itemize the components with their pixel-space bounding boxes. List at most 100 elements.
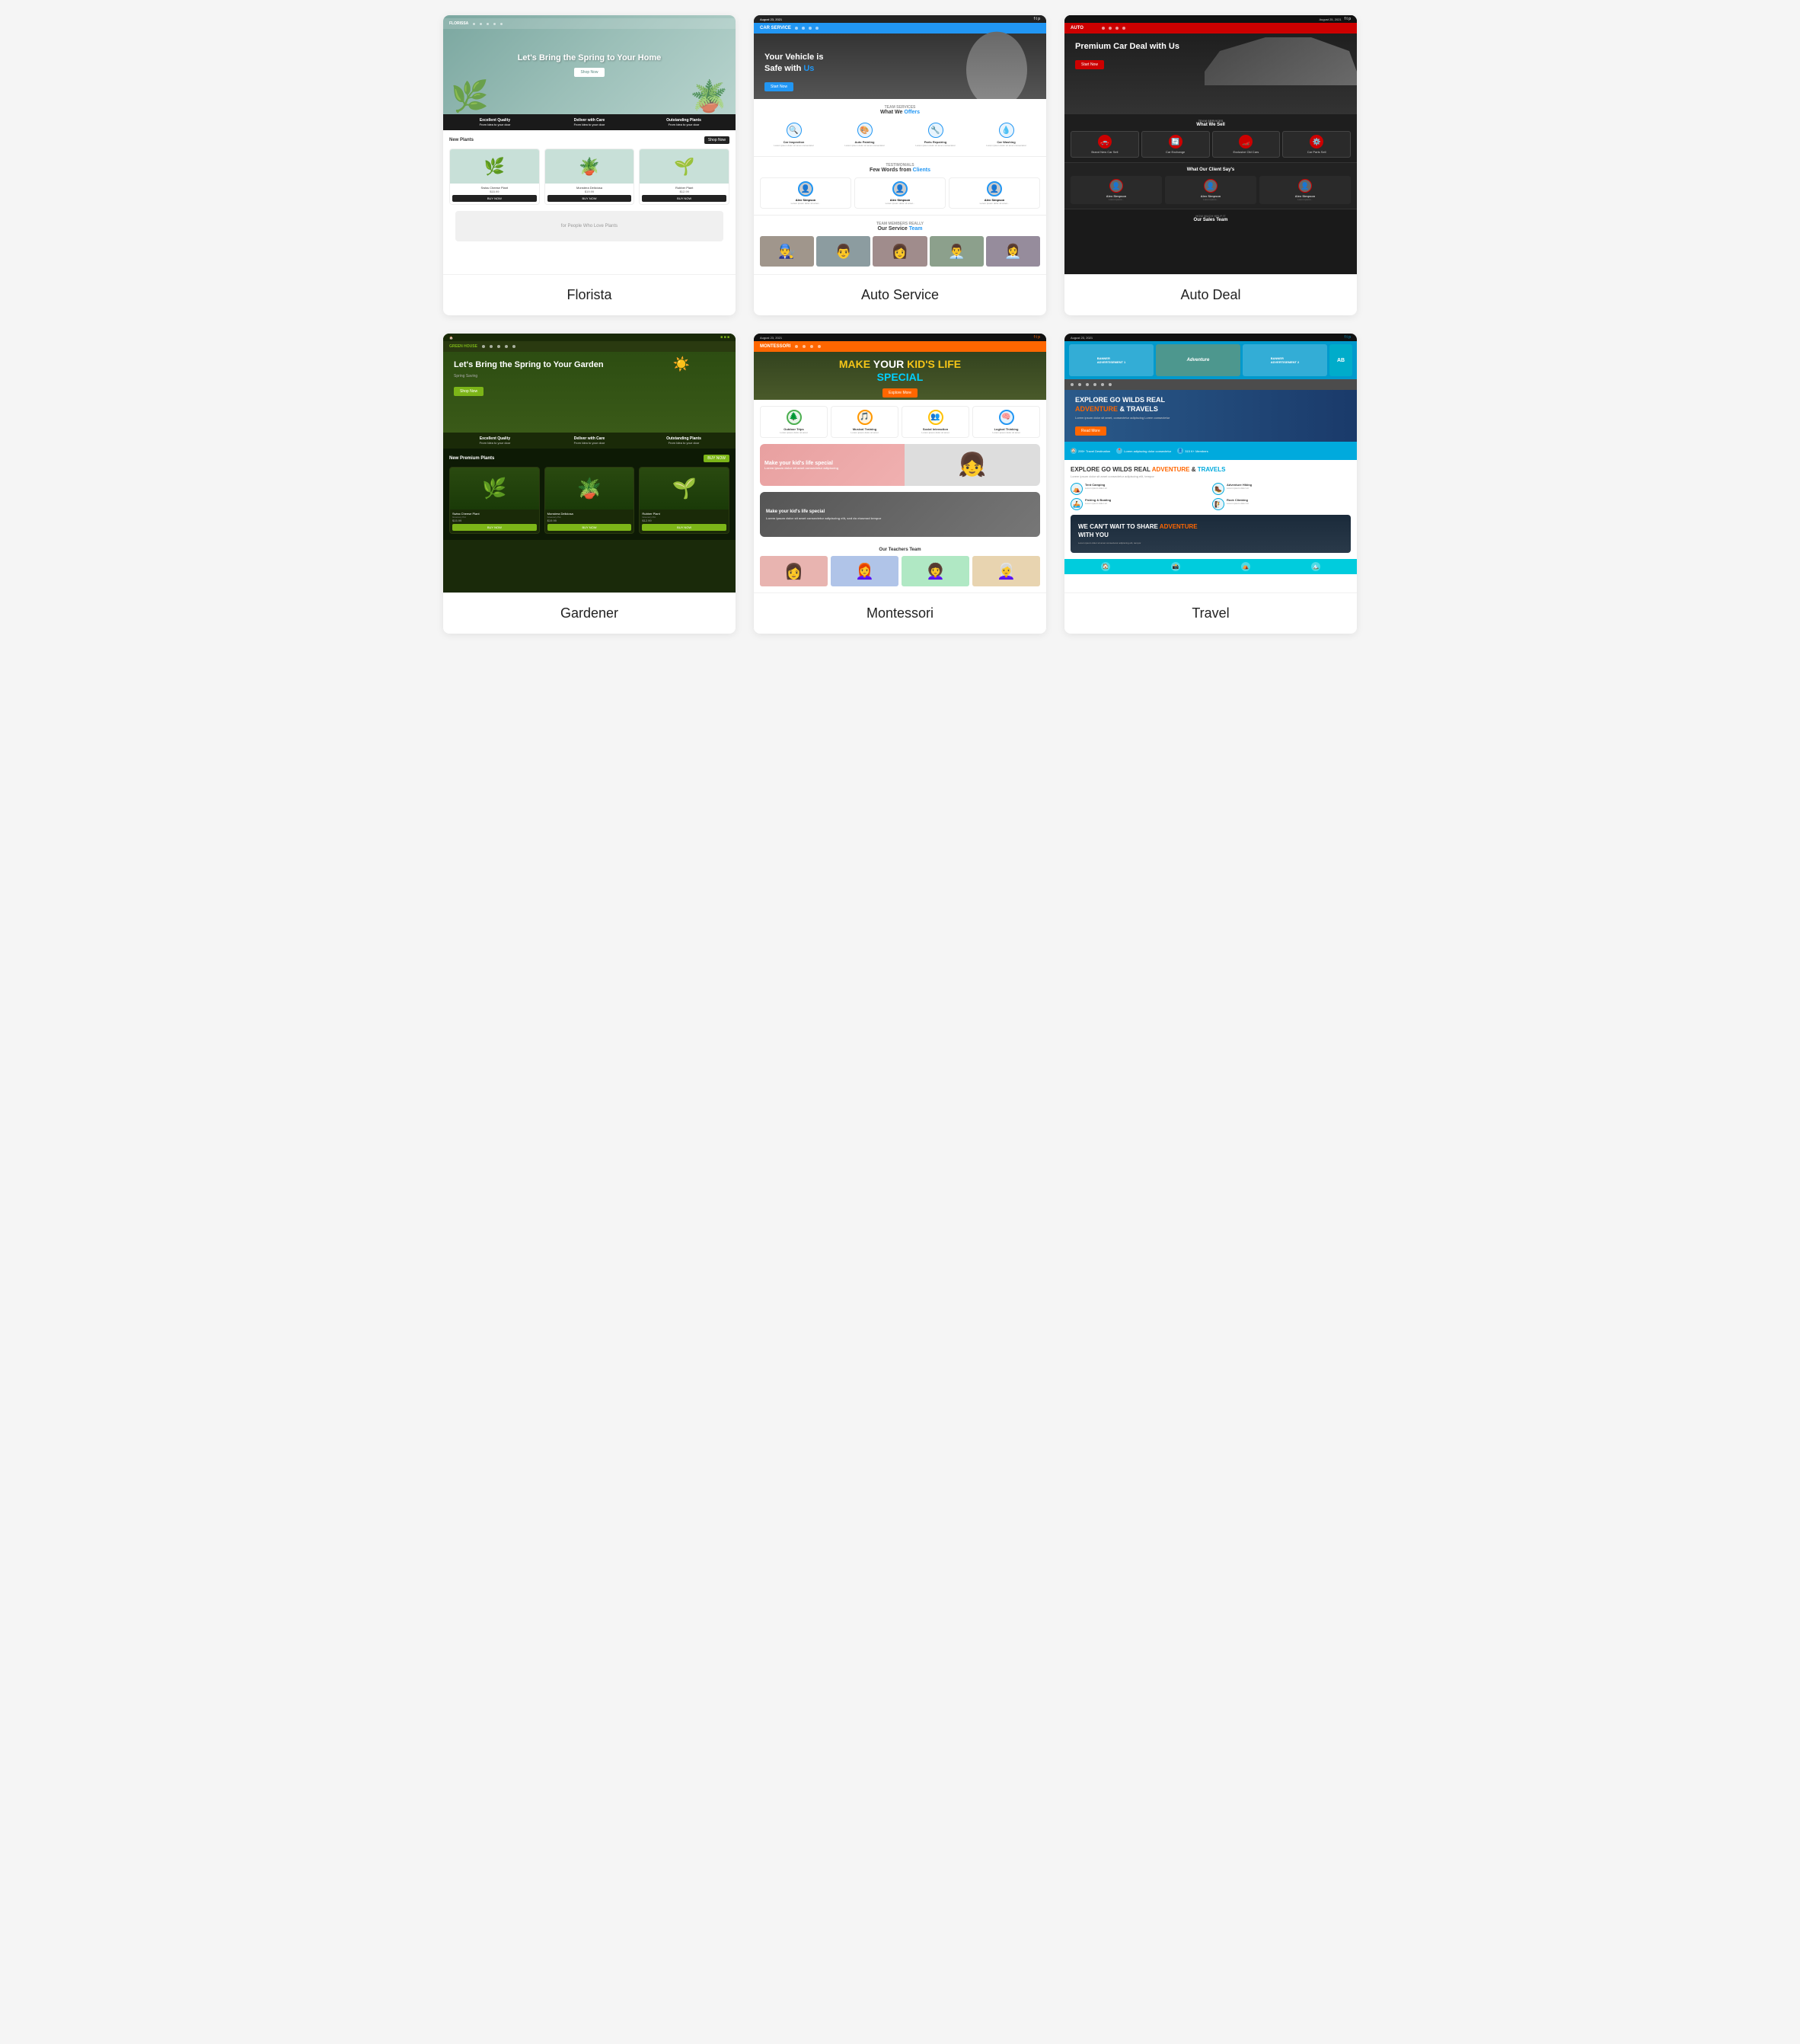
list-item[interactable]: 🪴 Monstera Deliciosa $19.99 BUY NOW: [544, 149, 635, 205]
list-item[interactable]: 🌿 Swiss Cheese Plant Greenery Pot $15.99…: [449, 467, 540, 534]
nav-dot: [1093, 383, 1096, 386]
buy-button[interactable]: BUY NOW: [452, 524, 537, 531]
list-item[interactable]: 🌱 Rubber Plant Greenery Pot $12.99 BUY N…: [639, 467, 729, 534]
florista-product-row: 🌿 Swiss Cheese Plant $15.99 BUY NOW 🪴 Mo…: [449, 149, 729, 205]
florista-stat-2: Deliver with Care From Idea to your door: [544, 118, 635, 126]
adventure-title: WE CAN'T WAIT TO SHARE ADVENTUREWITH YOU: [1078, 523, 1343, 539]
list-item: 🎨 Auto Painting Lorem ipsum dolor sit am…: [831, 120, 898, 150]
buy-button[interactable]: BUY NOW: [642, 524, 726, 531]
travel-info-destination: 🏠 295+ Travel Destination: [1071, 448, 1110, 454]
feature-text: Rock Climbing Lorem ipsum dolor sit: [1227, 498, 1249, 505]
teachers-list: 👩 👩‍🦰 👩‍🦱 👩‍🦳: [760, 556, 1040, 586]
gardener-stat-1: Excellent Quality From Idea to your door: [449, 436, 541, 445]
autodeal-hero-title: Premium Car Deal with Us: [1075, 41, 1346, 52]
card-montessori[interactable]: August 23, 2021 f t p MONTESSORI MAKE YO…: [754, 334, 1046, 634]
list-item: ⚙️ Car Parts Sell: [1282, 131, 1351, 158]
gardener-product-row: 🌿 Swiss Cheese Plant Greenery Pot $15.99…: [449, 467, 729, 534]
autodeal-services-title: TEAM SERVICES What We Sell: [1071, 119, 1351, 127]
gardener-logo: GREEN HOUSE: [449, 344, 477, 349]
travel-nav: [1064, 379, 1357, 390]
bottom-icon-camera: 📸: [1171, 562, 1180, 571]
nav-dot: [1115, 27, 1119, 30]
team-title: HOW MUCH HELP IT Our Sales Team: [1071, 214, 1351, 222]
card-florista[interactable]: FLORISSA 🌿 🪴 Let's Bring the Spring to Y…: [443, 15, 736, 315]
product-image: 🌱: [640, 468, 729, 509]
service-icon-wash: 💧: [999, 123, 1014, 138]
autodeal-hero-btn[interactable]: Start Now: [1075, 60, 1104, 69]
team-photo: 👨‍🔧: [760, 236, 814, 267]
gardener-hero-content: Let's Bring the Spring to Your Garden Sp…: [443, 352, 736, 404]
nav-dot: [1086, 383, 1089, 386]
card-autoservice[interactable]: August 23, 2021 f t p CAR SERVICE Your V…: [754, 15, 1046, 315]
gardener-hero-btn[interactable]: Shop Now: [454, 387, 484, 396]
autoservice-services-section: TEAM SERVICES What We Offers 🔍 Car Inspe…: [754, 99, 1046, 157]
gardener-hero: 🏠 ■ ■ ■ GREEN HOUSE ☀️ Let's Bring the S…: [443, 334, 736, 433]
montessori-hero-btn[interactable]: Explore More: [882, 388, 918, 398]
nav-dot: [815, 27, 819, 30]
ad-ab: AB: [1329, 344, 1352, 376]
nav-dot: [795, 27, 798, 30]
list-item[interactable]: 🪴 Monstera Deliciosa Greenery Pot $19.99…: [544, 467, 635, 534]
list-item: 👤 Alex Simpson Lorem ipsum dolor sit ame…: [854, 177, 946, 209]
buy-button[interactable]: BUY NOW: [547, 524, 632, 531]
montessori-special-section: Make your kid's life special Lorem ipsum…: [760, 444, 1040, 486]
nav-dot: [482, 345, 485, 348]
gardener-stat-2: Deliver with Care From Idea to your door: [544, 436, 635, 445]
list-item[interactable]: 🌱 Rubber Plant $12.99 BUY NOW: [639, 149, 729, 205]
autoservice-hero-btn[interactable]: Start Now: [764, 82, 793, 91]
autoservice-hero: August 23, 2021 f t p CAR SERVICE Your V…: [754, 15, 1046, 99]
florista-hero: FLORISSA 🌿 🪴 Let's Bring the Spring to Y…: [443, 15, 736, 114]
feature-icon-camping: ⛺: [1071, 483, 1083, 495]
service-icon: 🏎️: [1239, 135, 1253, 149]
gardener-nav-top: 🏠 ■ ■ ■: [443, 334, 736, 341]
home-icon: 🏠: [1071, 448, 1077, 454]
product-image: 🌿: [450, 149, 539, 184]
travel-features: ⛺ Tent Camping Lorem ipsum dolor sit 🥾 A…: [1071, 483, 1351, 510]
card-gardener[interactable]: 🏠 ■ ■ ■ GREEN HOUSE ☀️ Let's Bring the S…: [443, 334, 736, 634]
list-item[interactable]: 🌿 Swiss Cheese Plant $15.99 BUY NOW: [449, 149, 540, 205]
buy-button[interactable]: BUY NOW: [642, 195, 726, 202]
autodeal-hero: August 25, 2021 f t p AUTO SHOP Premium …: [1064, 15, 1357, 114]
service-icon-inspection: 🔍: [787, 123, 802, 138]
plant-decoration-left: 🌿: [451, 78, 489, 114]
autoservice-preview: August 23, 2021 f t p CAR SERVICE Your V…: [754, 15, 1046, 274]
florista-shop-btn[interactable]: Shop Now: [704, 136, 729, 144]
list-item: 🔧 Parts Repairing Lorem ipsum dolor sit …: [902, 120, 969, 150]
gardener-products-header: New Premium Plants BUY NOW: [449, 455, 729, 462]
avatar: 👤: [1298, 179, 1312, 193]
card-autodeal[interactable]: August 25, 2021 f t p AUTO SHOP Premium …: [1064, 15, 1357, 315]
florista-logo: FLORISSA: [449, 21, 468, 26]
buy-button[interactable]: BUY NOW: [547, 195, 632, 202]
service-icon: 🚗: [1098, 135, 1112, 149]
autoservice-services-list: 🔍 Car Inspection Lorem ipsum dolor sit a…: [760, 120, 1040, 150]
product-info: Rubber Plant $12.99 BUY NOW: [640, 184, 729, 204]
autodeal-logo: AUTO SHOP: [1071, 26, 1098, 30]
service-icon: ⚙️: [1310, 135, 1323, 149]
autodeal-hero-content: Premium Car Deal with Us Start Now: [1064, 34, 1357, 77]
product-info: Monstera Deliciosa Greenery Pot $19.99 B…: [545, 509, 634, 533]
nav-dot: [795, 345, 798, 348]
nav-dot: [497, 345, 500, 348]
nav-dot: [473, 23, 475, 25]
buy-button[interactable]: BUY NOW: [452, 195, 537, 202]
florista-stat-1: Excellent Quality From Idea to your door: [449, 118, 541, 126]
product-image: 🌱: [640, 149, 729, 184]
travel-read-btn[interactable]: Read More: [1075, 426, 1106, 436]
autoservice-testimonials: TESTIMONIALS Few Words from Clients 👤 Al…: [754, 157, 1046, 216]
card-travel[interactable]: August 23, 2021 f t p BANNERADVERTISEMEN…: [1064, 334, 1357, 634]
nav-dot: [500, 23, 503, 25]
montessori-preview: August 23, 2021 f t p MONTESSORI MAKE YO…: [754, 334, 1046, 592]
autoservice-hero-content: Your Vehicle isSafe with Us Start Now: [754, 44, 1046, 99]
feature-icon-climbing: 🧗: [1212, 498, 1224, 510]
team-title: TEAM MEMBERS REALLY Our Service Team: [760, 222, 1040, 232]
avatar: 👤: [1204, 179, 1218, 193]
florista-hero-btn[interactable]: Shop Now: [574, 68, 604, 77]
product-info: Swiss Cheese Plant Greenery Pot $15.99 B…: [450, 509, 539, 533]
team-photo: 👨‍💼: [930, 236, 984, 267]
service-icon: 🔄: [1169, 135, 1182, 149]
autoservice-date: August 23, 2021: [760, 18, 782, 21]
travel-content-title: EXPLORE GO WILDS REAL ADVENTURE & TRAVEL…: [1071, 466, 1351, 473]
gardener-shop-btn[interactable]: BUY NOW: [704, 455, 729, 462]
list-item: 👥 Social Interaction Lorem ipsum dolor s…: [902, 406, 969, 438]
travel-bottom-bar: 🏠 📸 ⛺ 🏔️: [1064, 559, 1357, 574]
